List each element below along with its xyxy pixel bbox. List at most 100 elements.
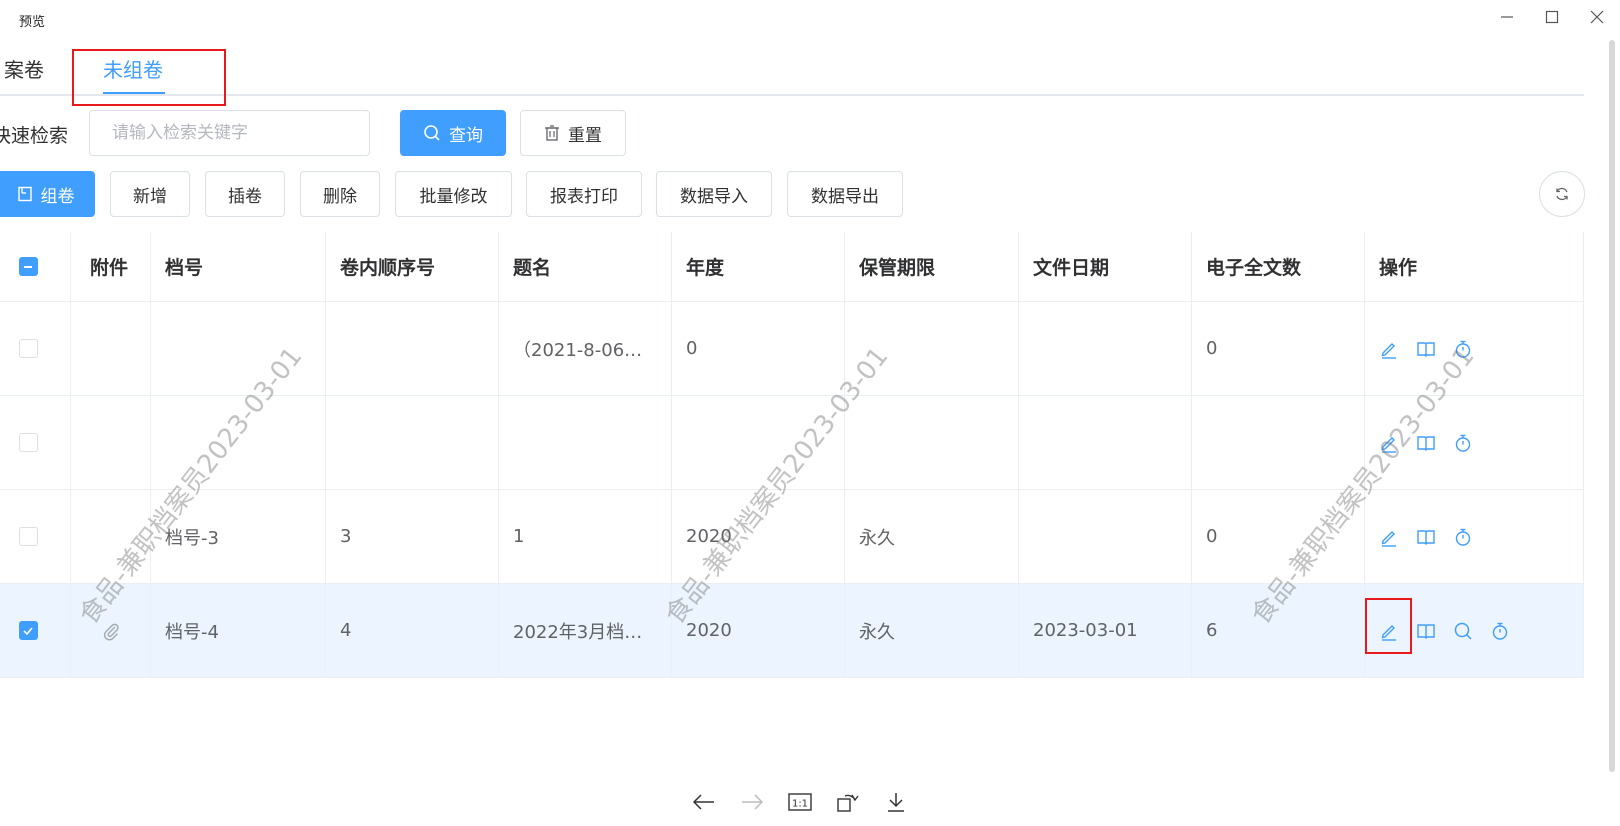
table-row[interactable]: （2021-8-06… 0 0 xyxy=(0,302,1584,396)
table-header: 附件 档号 卷内顺序号 题名 年度 保管期限 文件日期 电子全文数 操作 xyxy=(0,232,1584,302)
header-title: 题名 xyxy=(499,232,672,301)
seq-cell: 4 xyxy=(326,584,499,677)
edit-icon[interactable] xyxy=(1379,527,1399,547)
year-cell xyxy=(672,396,845,489)
year-cell: 0 xyxy=(672,302,845,395)
ops-cell xyxy=(1365,302,1584,395)
download-button[interactable] xyxy=(882,788,910,816)
ecount-cell: 6 xyxy=(1192,584,1365,677)
date-cell xyxy=(1019,302,1192,395)
search-label: 快速检索 xyxy=(0,125,69,147)
data-export-label: 数据导出 xyxy=(811,186,879,207)
date-cell: 2023-03-01 xyxy=(1019,584,1192,677)
attachment-cell xyxy=(71,584,151,677)
data-export-button[interactable]: 数据导出 xyxy=(787,171,903,217)
attachment-cell xyxy=(71,302,151,395)
svg-text:1:1: 1:1 xyxy=(792,799,808,810)
window-title: 预览 xyxy=(19,15,46,30)
row-checkbox[interactable] xyxy=(18,527,38,546)
data-import-button[interactable]: 数据导入 xyxy=(656,171,772,217)
minimize-icon xyxy=(1501,16,1513,18)
previous-button[interactable] xyxy=(690,788,718,816)
stopwatch-icon[interactable] xyxy=(1490,621,1510,641)
search-icon xyxy=(424,125,440,141)
batch-edit-button[interactable]: 批量修改 xyxy=(395,171,512,217)
minimize-button[interactable] xyxy=(1489,3,1525,31)
vertical-scrollbar[interactable] xyxy=(1609,40,1615,772)
row-checkbox[interactable] xyxy=(18,433,38,452)
row-checkbox[interactable] xyxy=(18,621,38,640)
seq-cell: 3 xyxy=(326,490,499,583)
select-all-checkbox[interactable] xyxy=(18,257,38,276)
tab-bar: 案卷 未组卷 xyxy=(0,46,1584,96)
ecount-cell: 0 xyxy=(1192,302,1365,395)
edit-icon[interactable] xyxy=(1379,621,1399,641)
header-ecount: 电子全文数 xyxy=(1192,232,1365,301)
rotate-icon xyxy=(837,794,859,812)
indeterminate-icon xyxy=(24,265,32,268)
retention-cell xyxy=(845,302,1019,395)
report-print-button[interactable]: 报表打印 xyxy=(526,171,642,217)
reset-button[interactable]: 重置 xyxy=(520,110,626,156)
title-cell xyxy=(499,396,672,489)
search-icon[interactable] xyxy=(1453,621,1473,641)
header-archive-no: 档号 xyxy=(151,232,326,301)
table-row[interactable] xyxy=(0,396,1584,490)
header-seq: 卷内顺序号 xyxy=(326,232,499,301)
attachment-cell xyxy=(71,490,151,583)
close-button[interactable] xyxy=(1579,3,1615,31)
insert-volume-button[interactable]: 插卷 xyxy=(205,171,285,217)
row-select-cell xyxy=(0,396,71,489)
delete-button[interactable]: 删除 xyxy=(300,171,380,217)
header-year: 年度 xyxy=(672,232,845,301)
attachment-cell xyxy=(71,396,151,489)
group-volume-button[interactable]: 组卷 xyxy=(0,171,95,217)
stopwatch-icon[interactable] xyxy=(1453,527,1473,547)
data-import-label: 数据导入 xyxy=(680,186,748,207)
title-cell: 2022年3月档… xyxy=(499,584,672,677)
refresh-button[interactable] xyxy=(1539,171,1585,217)
stopwatch-icon[interactable] xyxy=(1453,339,1473,359)
table-row-selected[interactable]: 档号-4 4 2022年3月档… 2020 永久 2023-03-01 6 xyxy=(0,584,1584,678)
edit-icon[interactable] xyxy=(1379,433,1399,453)
book-icon[interactable] xyxy=(1416,433,1436,453)
close-icon xyxy=(1590,10,1604,24)
next-button[interactable] xyxy=(738,788,766,816)
table-row[interactable]: 档号-3 3 1 2020 永久 0 xyxy=(0,490,1584,584)
stopwatch-icon[interactable] xyxy=(1453,433,1473,453)
ecount-cell: 0 xyxy=(1192,490,1365,583)
table-right-border xyxy=(1583,232,1584,678)
query-button[interactable]: 查询 xyxy=(400,110,506,156)
rotate-button[interactable] xyxy=(834,788,862,816)
book-icon[interactable] xyxy=(1416,527,1436,547)
row-checkbox[interactable] xyxy=(18,339,38,358)
paperclip-icon[interactable] xyxy=(101,621,121,641)
header-ops: 操作 xyxy=(1379,257,1418,279)
refresh-icon xyxy=(1556,187,1568,201)
batch-edit-label: 批量修改 xyxy=(419,186,488,207)
row-select-cell xyxy=(0,490,71,583)
tab-ungrouped[interactable]: 未组卷 xyxy=(103,54,163,83)
add-label: 新增 xyxy=(133,186,167,207)
row-select-cell xyxy=(0,302,71,395)
search-input[interactable] xyxy=(89,110,370,156)
book-icon[interactable] xyxy=(1416,621,1436,641)
reset-label: 重置 xyxy=(568,125,602,146)
actual-size-button[interactable]: 1:1 xyxy=(786,788,814,816)
ops-cell xyxy=(1365,490,1584,583)
toolbar: 组卷 新增 插卷 删除 批量修改 报表打印 数据导入 数据导出 xyxy=(0,171,1584,219)
archive-no-cell xyxy=(151,302,326,395)
maximize-button[interactable] xyxy=(1534,3,1570,31)
book-icon[interactable] xyxy=(1416,339,1436,359)
tab-volumes[interactable]: 案卷 xyxy=(4,54,44,83)
arrow-right-icon xyxy=(742,794,764,810)
add-button[interactable]: 新增 xyxy=(110,171,190,217)
check-icon xyxy=(23,626,33,635)
query-label: 查询 xyxy=(449,125,483,146)
ops-cell xyxy=(1365,396,1584,489)
insert-volume-label: 插卷 xyxy=(228,186,262,207)
edit-icon[interactable] xyxy=(1379,339,1399,359)
seq-cell xyxy=(326,396,499,489)
year-cell: 2020 xyxy=(672,490,845,583)
download-icon xyxy=(888,793,904,812)
